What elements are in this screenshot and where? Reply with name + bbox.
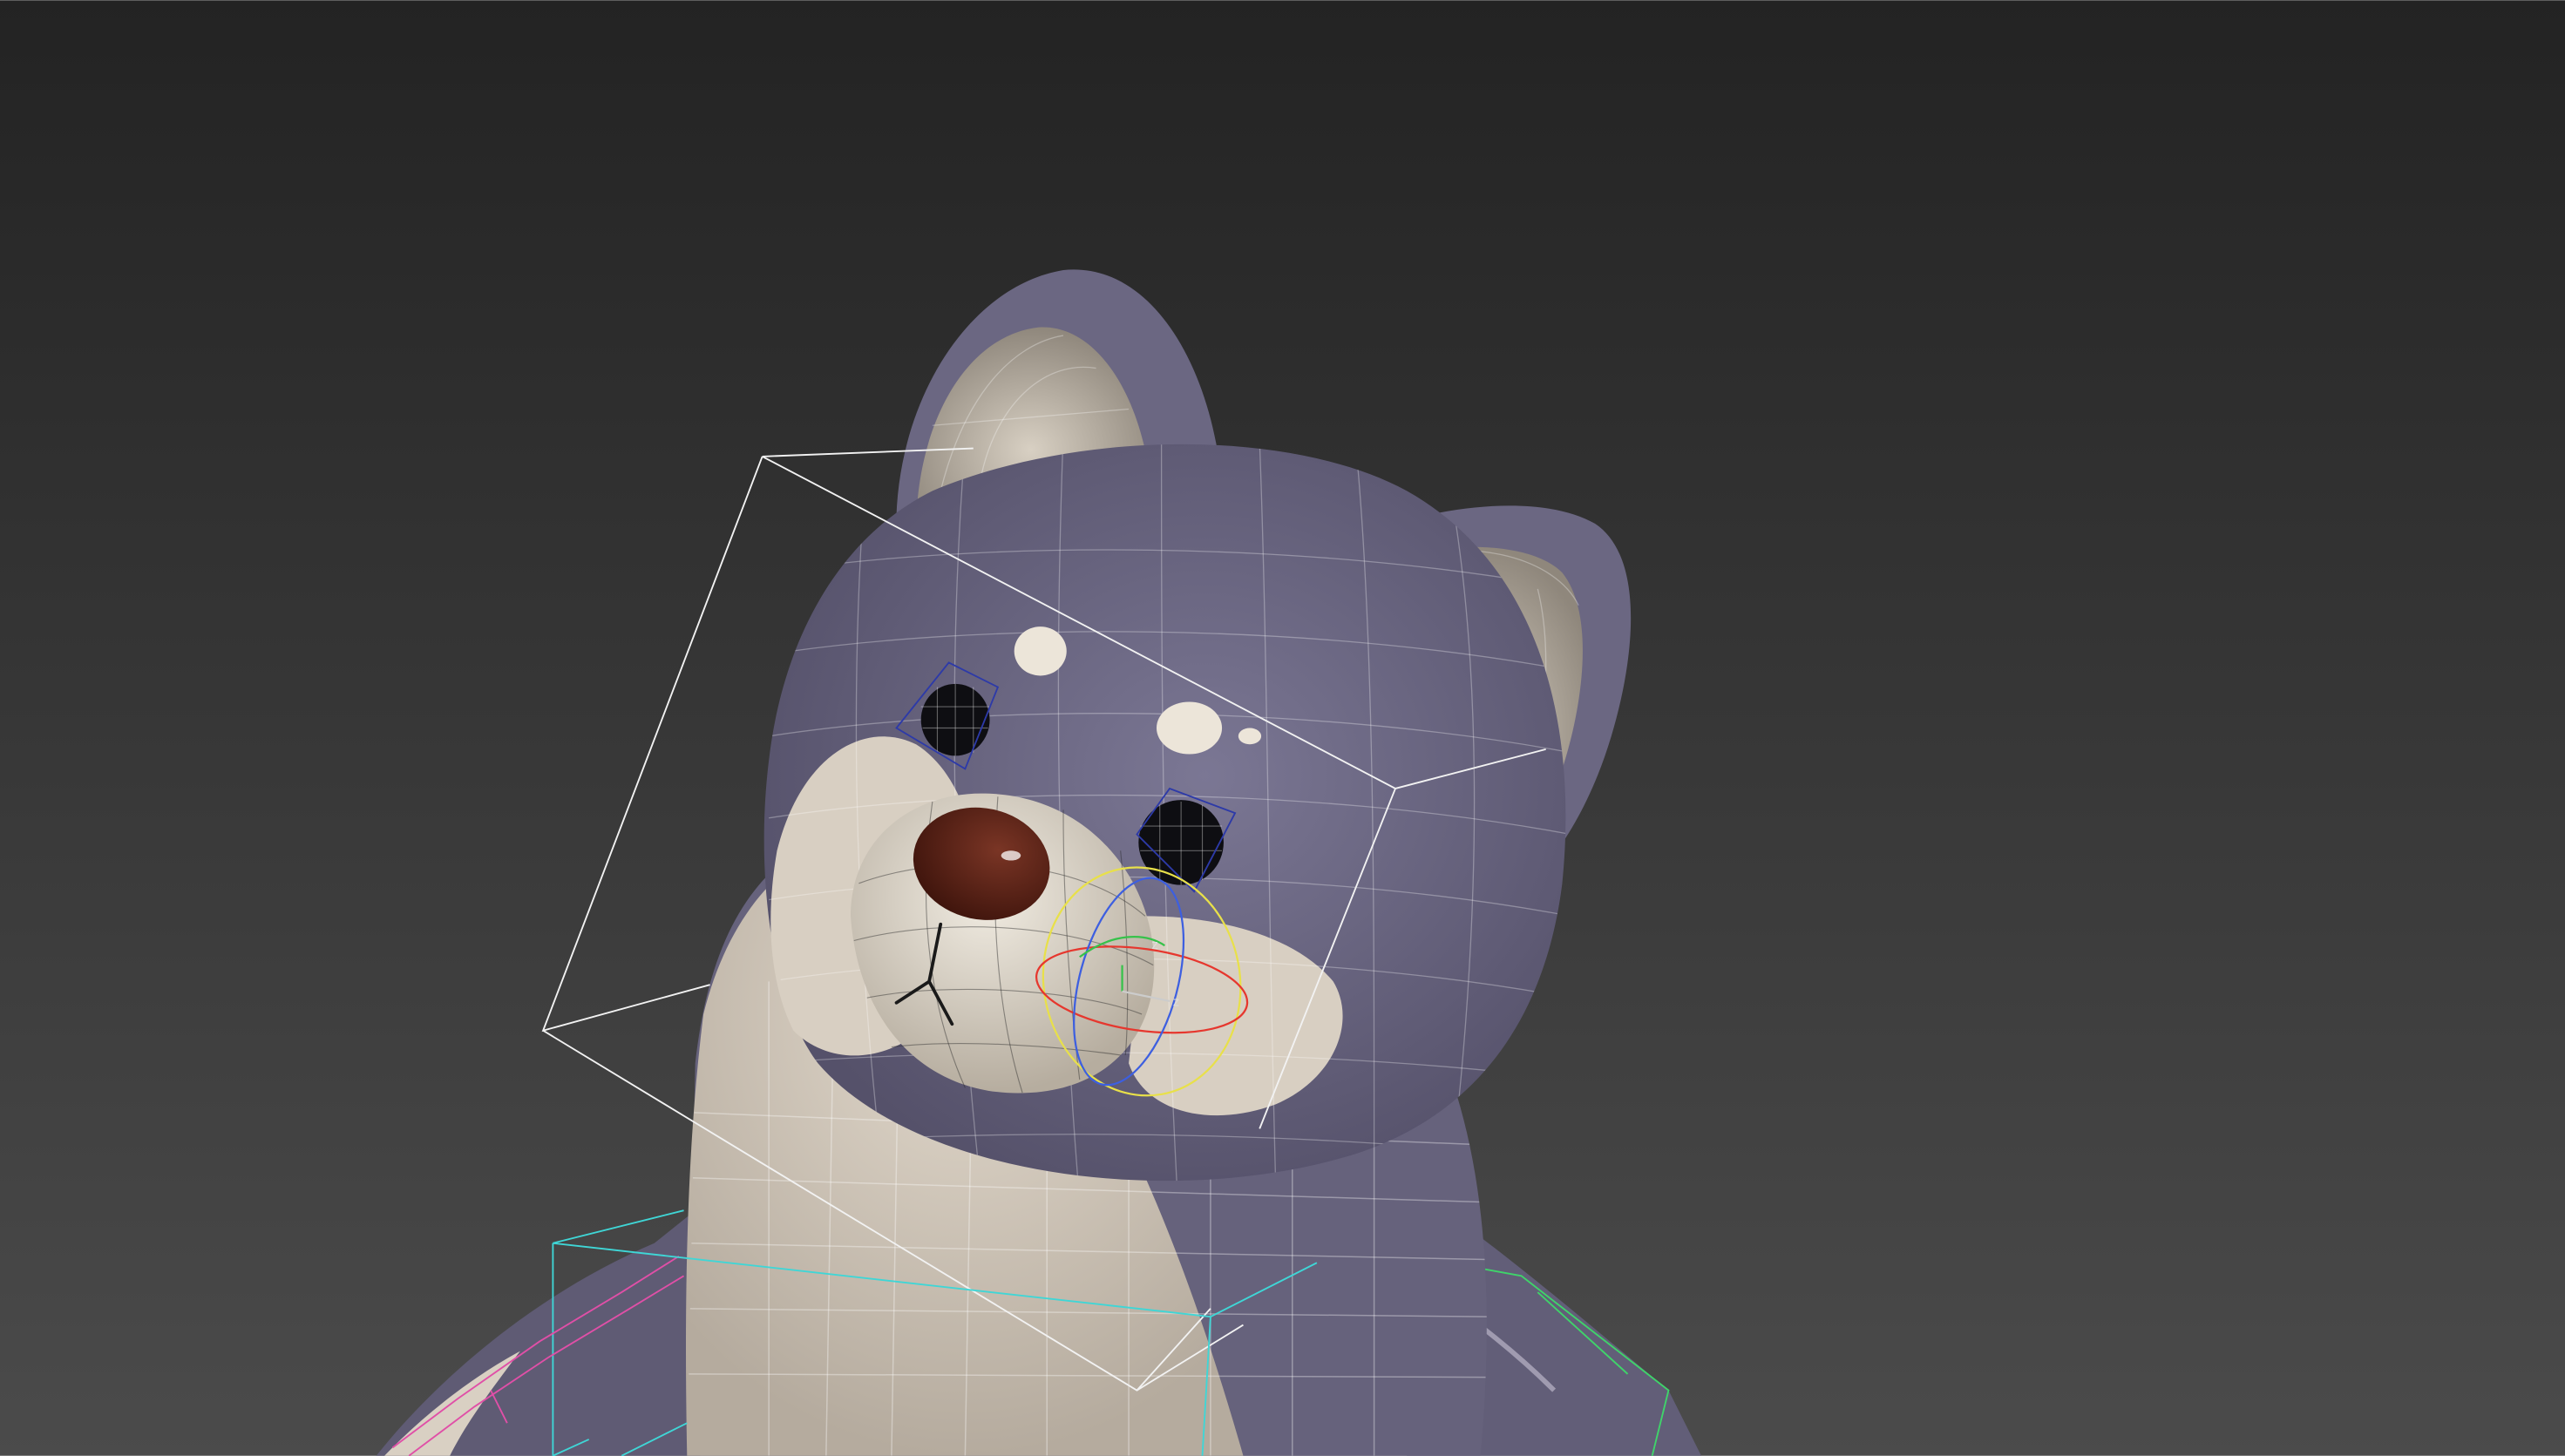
gizmo-label-a: z: [1151, 938, 1158, 952]
left-brow-spot: [1014, 626, 1067, 676]
right-brow-spot: [1156, 701, 1223, 755]
gizmo-label-b: z: [1173, 995, 1180, 1010]
3d-viewport[interactable]: z z: [0, 0, 2565, 1456]
nose-highlight: [1001, 850, 1021, 861]
right-brow-spot-small: [1238, 728, 1262, 745]
viewport-canvas[interactable]: z z: [0, 0, 2565, 1456]
